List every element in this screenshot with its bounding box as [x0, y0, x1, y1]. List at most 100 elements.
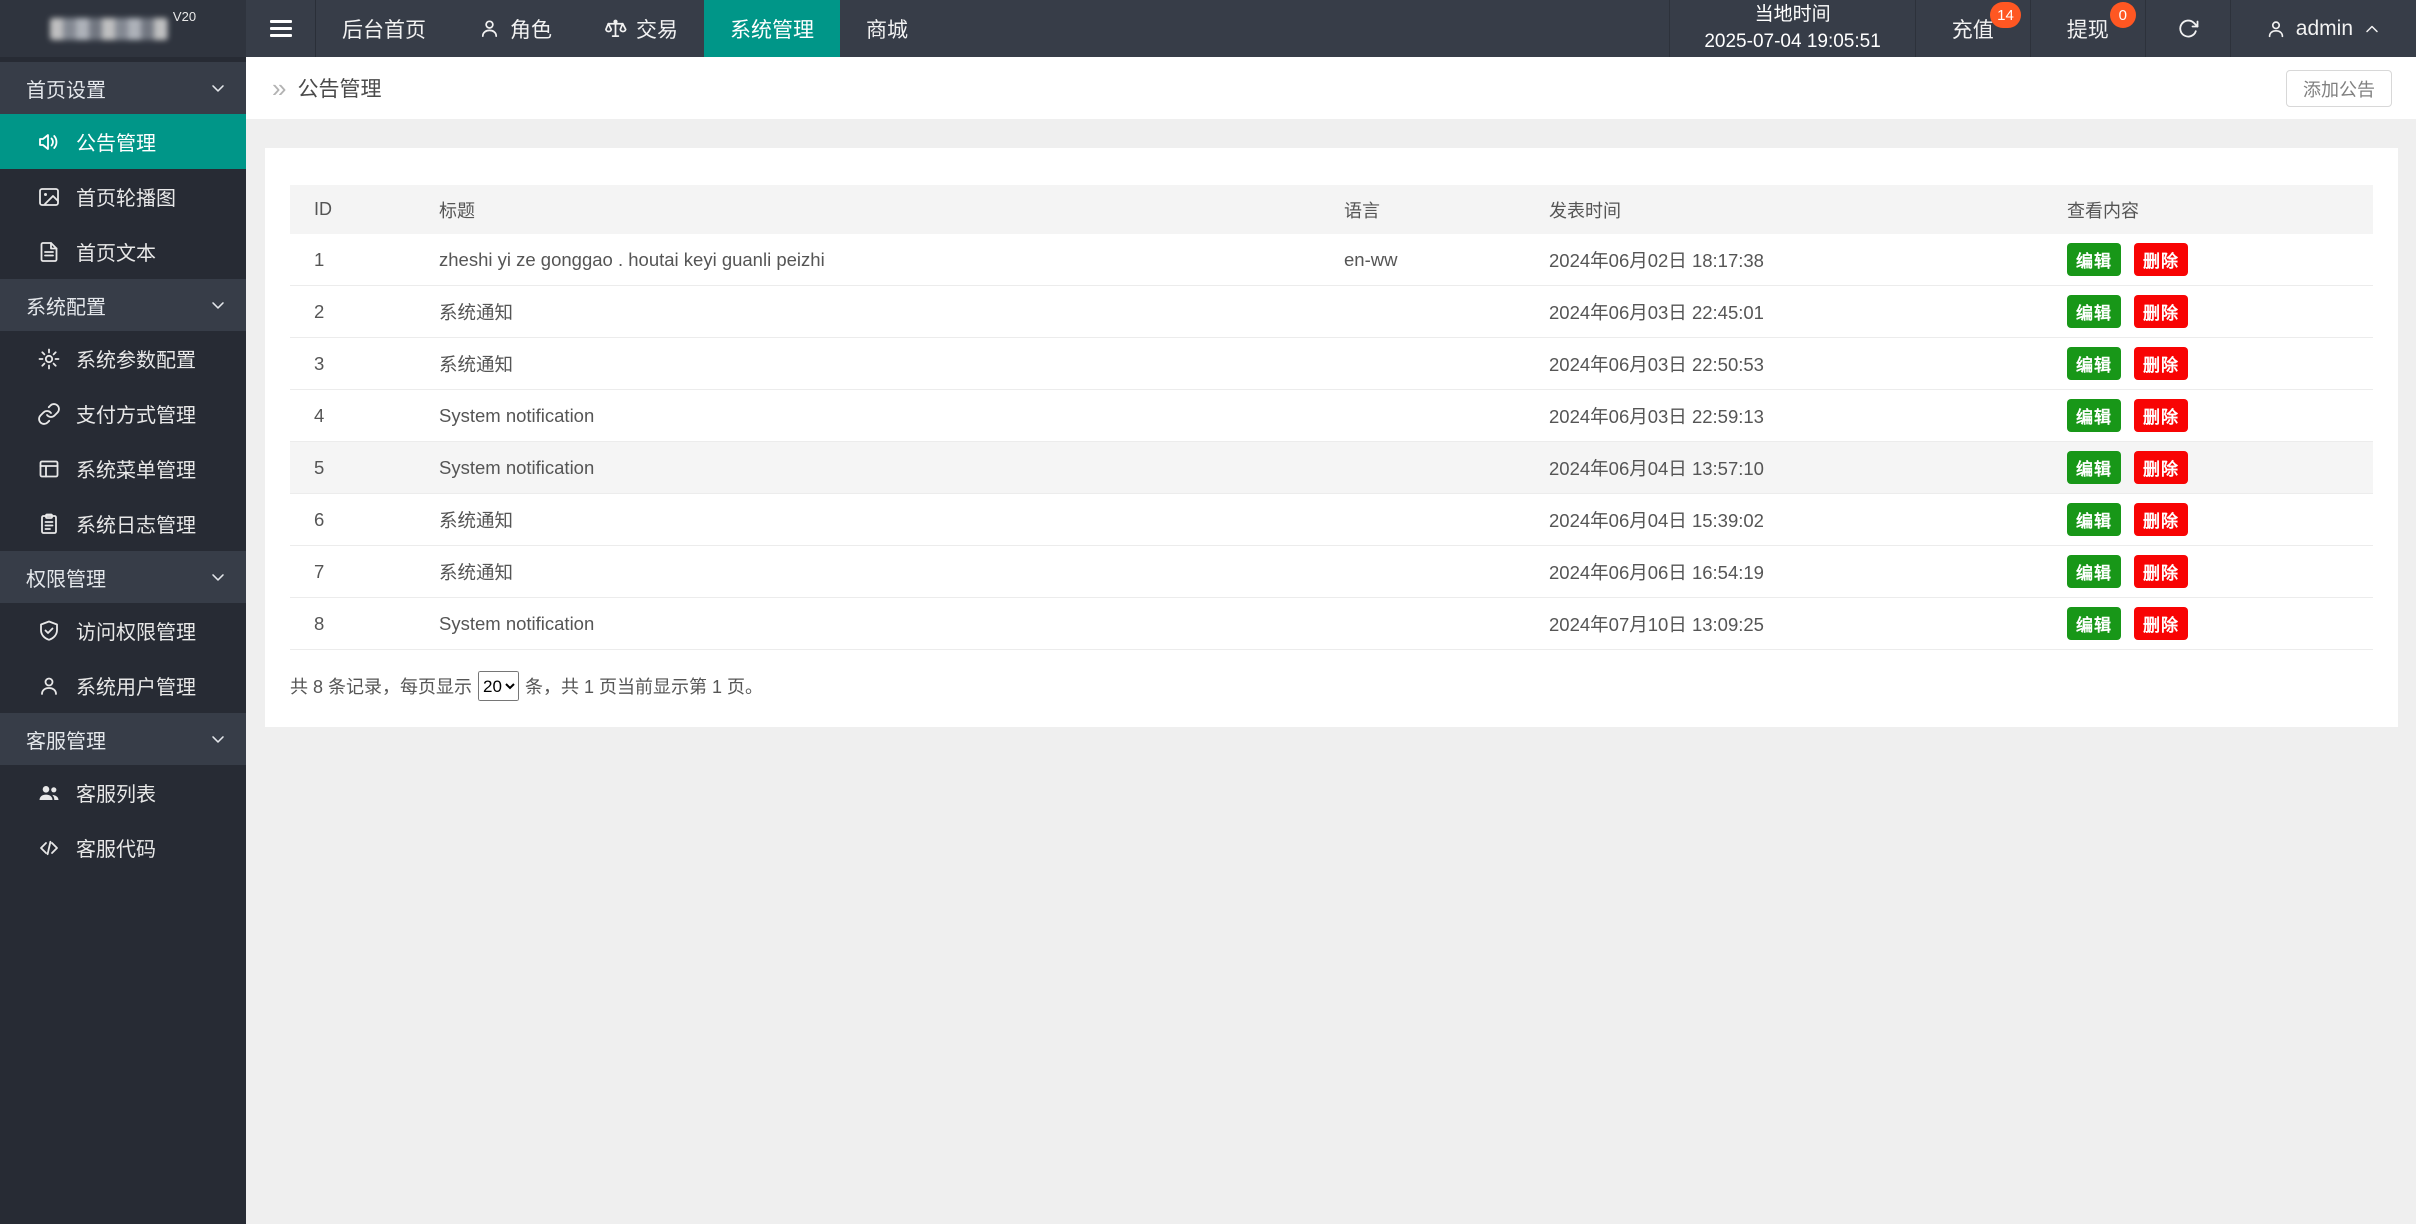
edit-button[interactable]: 编辑 [2067, 399, 2121, 432]
user-icon [478, 17, 501, 40]
page-size-select[interactable]: 20 [478, 671, 520, 701]
announcements-card: ID 标题 语言 发表时间 查看内容 1 zheshi yi ze gonggao . h… [265, 148, 2398, 727]
withdraw-button[interactable]: 提现 0 [2029, 0, 2145, 57]
navbar-right: 当地时间 2025-07-04 19:05:51 充值 14 提现 0 admi… [1669, 0, 2416, 57]
sidebar-item-label: 首页轮播图 [76, 188, 176, 210]
column-header-4: 查看内容 [2043, 185, 2373, 234]
sidebar-group-home-settings[interactable]: 首页设置 [0, 62, 246, 114]
row-title: zheshi yi ze gonggao . houtai keyi guanl… [415, 234, 1320, 286]
row-time: 2024年07月10日 13:09:25 [1525, 597, 2043, 650]
row-lang [1320, 597, 1525, 650]
code-icon [37, 836, 61, 860]
sidebar-item-home-carousel[interactable]: 首页轮播图 [0, 169, 246, 224]
user-menu[interactable]: admin [2229, 0, 2416, 57]
scales-icon [604, 17, 627, 40]
file-text-icon [37, 240, 61, 264]
row-title: System notification [415, 597, 1320, 650]
edit-button[interactable]: 编辑 [2067, 243, 2121, 276]
speaker-icon [37, 130, 61, 154]
sidebar-item-cs-list[interactable]: 客服列表 [0, 765, 246, 820]
row-actions: 编辑 删除 [2043, 597, 2373, 650]
sidebar-group-system-config[interactable]: 系统配置 [0, 279, 246, 331]
row-time: 2024年06月04日 13:57:10 [1525, 441, 2043, 494]
delete-button[interactable]: 删除 [2134, 555, 2188, 588]
nav-item-home[interactable]: 后台首页 [316, 0, 452, 57]
row-title: 系统通知 [415, 337, 1320, 390]
gear-icon [37, 347, 61, 371]
sidebar-item-home-text[interactable]: 首页文本 [0, 224, 246, 279]
row-title: 系统通知 [415, 493, 1320, 546]
recharge-button[interactable]: 充值 14 [1914, 0, 2030, 57]
row-id: 3 [290, 337, 415, 390]
sidebar-group-label: 客服管理 [26, 730, 106, 753]
table-row: 7 系统通知 2024年06月06日 16:54:19 编辑 删除 [290, 545, 2373, 598]
row-time: 2024年06月02日 18:17:38 [1525, 234, 2043, 286]
logo-image [49, 17, 168, 40]
delete-button[interactable]: 删除 [2134, 399, 2188, 432]
delete-button[interactable]: 删除 [2134, 503, 2188, 536]
withdraw-label: 提现 [2066, 18, 2109, 42]
sidebar-group-permissions[interactable]: 权限管理 [0, 551, 246, 603]
sidebar-item-system-menus[interactable]: 系统菜单管理 [0, 441, 246, 496]
table-row: 3 系统通知 2024年06月03日 22:50:53 编辑 删除 [290, 337, 2373, 390]
sidebar-item-system-logs[interactable]: 系统日志管理 [0, 496, 246, 551]
delete-button[interactable]: 删除 [2134, 347, 2188, 380]
edit-button[interactable]: 编辑 [2067, 451, 2121, 484]
sidebar-item-system-users[interactable]: 系统用户管理 [0, 658, 246, 713]
edit-button[interactable]: 编辑 [2067, 555, 2121, 588]
column-header-2: 语言 [1320, 185, 1525, 234]
delete-button[interactable]: 删除 [2134, 451, 2188, 484]
shield-check-icon [37, 619, 61, 643]
nav-item-mall[interactable]: 商城 [840, 0, 934, 57]
add-announcement-button[interactable]: 添加公告 [2286, 70, 2392, 107]
table-row: 2 系统通知 2024年06月03日 22:45:01 编辑 删除 [290, 285, 2373, 338]
chevron-down-icon [208, 295, 228, 315]
local-time-value: 2025-07-04 19:05:51 [1704, 30, 1881, 52]
recharge-badge: 14 [1990, 2, 2021, 28]
sidebar-item-announcements[interactable]: 公告管理 [0, 114, 246, 169]
sidebar-item-system-params[interactable]: 系统参数配置 [0, 331, 246, 386]
local-time-label: 当地时间 [1754, 3, 1831, 25]
table-row: 5 System notification 2024年06月04日 13:57:10… [290, 441, 2373, 494]
withdraw-badge: 0 [2109, 2, 2136, 28]
sidebar-item-cs-code[interactable]: 客服代码 [0, 820, 246, 875]
refresh-button[interactable] [2144, 0, 2230, 57]
row-title: System notification [415, 389, 1320, 442]
sidebar-item-label: 系统日志管理 [76, 515, 196, 537]
row-title: 系统通知 [415, 285, 1320, 338]
row-id: 6 [290, 493, 415, 546]
sidebar-item-label: 系统用户管理 [76, 677, 196, 699]
edit-button[interactable]: 编辑 [2067, 503, 2121, 536]
sidebar-item-access-perms[interactable]: 访问权限管理 [0, 603, 246, 658]
edit-button[interactable]: 编辑 [2067, 295, 2121, 328]
sidebar-group-label: 权限管理 [26, 568, 106, 591]
row-title: System notification [415, 441, 1320, 494]
sidebar-item-label: 公告管理 [76, 133, 156, 155]
sidebar-toggle-button[interactable] [246, 0, 316, 57]
table-row: 1 zheshi yi ze gonggao . houtai keyi guan… [290, 234, 2373, 286]
sidebar-item-label: 系统菜单管理 [76, 460, 196, 482]
row-time: 2024年06月03日 22:45:01 [1525, 285, 2043, 338]
edit-button[interactable]: 编辑 [2067, 347, 2121, 380]
nav-item-trade[interactable]: 交易 [578, 0, 704, 57]
sidebar-group-customer-service[interactable]: 客服管理 [0, 713, 246, 765]
row-id: 7 [290, 545, 415, 598]
delete-button[interactable]: 删除 [2134, 243, 2188, 276]
delete-button[interactable]: 删除 [2134, 295, 2188, 328]
sidebar-group-label: 首页设置 [26, 79, 106, 102]
nav-item-roles[interactable]: 角色 [452, 0, 578, 57]
delete-button[interactable]: 删除 [2134, 607, 2188, 640]
row-lang [1320, 545, 1525, 598]
sidebar-item-label: 访问权限管理 [76, 622, 196, 644]
sidebar-item-label: 支付方式管理 [76, 405, 196, 427]
sidebar-item-label: 首页文本 [76, 243, 156, 265]
sidebar: 首页设置公告管理首页轮播图首页文本系统配置 系统参数配置支付方式管理 系统菜单管理系… [0, 57, 246, 1224]
row-id: 5 [290, 441, 415, 494]
row-time: 2024年06月03日 22:50:53 [1525, 337, 2043, 390]
edit-button[interactable]: 编辑 [2067, 607, 2121, 640]
announcements-table: ID 标题 语言 发表时间 查看内容 1 zheshi yi ze gonggao . h… [290, 185, 2373, 650]
row-lang [1320, 441, 1525, 494]
sidebar-item-payment-methods[interactable]: 支付方式管理 [0, 386, 246, 441]
row-actions: 编辑 删除 [2043, 285, 2373, 338]
nav-item-system[interactable]: 系统管理 [704, 0, 840, 57]
